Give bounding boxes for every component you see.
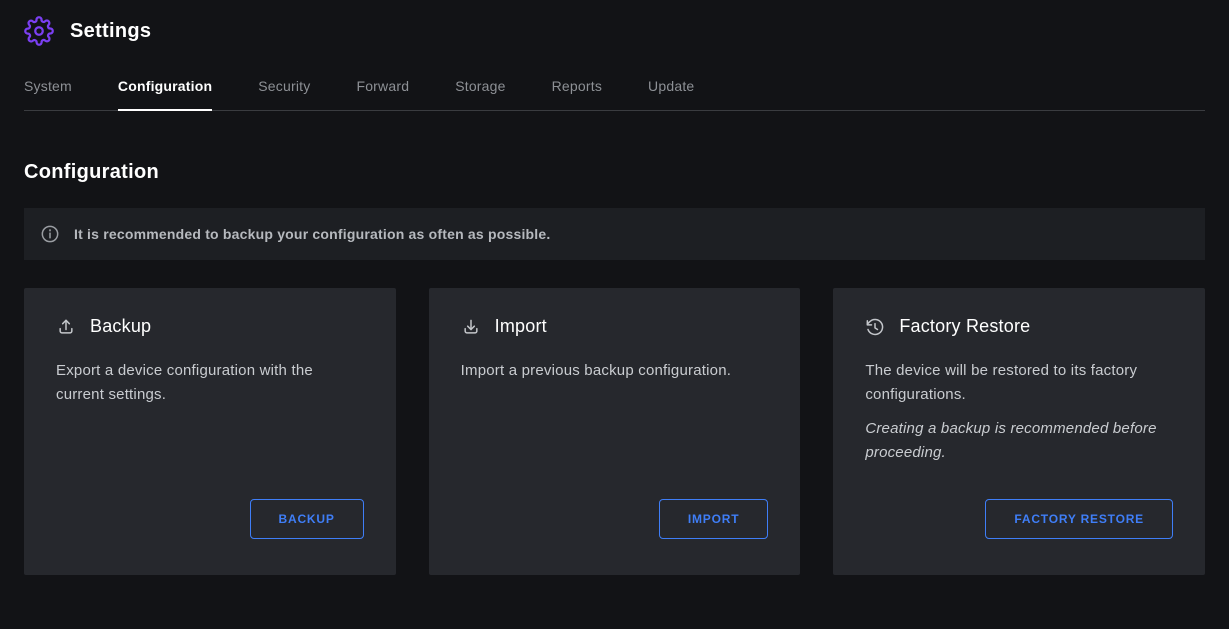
tab-security[interactable]: Security: [258, 70, 310, 110]
configuration-cards: Backup Export a device configuration wit…: [24, 288, 1205, 575]
backup-card-header: Backup: [56, 316, 364, 337]
backup-button[interactable]: BACKUP: [250, 499, 364, 539]
factory-restore-card-description: The device will be restored to its facto…: [865, 359, 1173, 407]
factory-restore-card-header: Factory Restore: [865, 316, 1173, 337]
page-header: Settings: [24, 0, 1205, 66]
tab-update[interactable]: Update: [648, 70, 694, 110]
backup-card-title: Backup: [90, 316, 151, 337]
factory-restore-button[interactable]: FACTORY RESTORE: [985, 499, 1173, 539]
import-card-header: Import: [461, 316, 769, 337]
app-title: Settings: [70, 20, 151, 43]
factory-restore-card: Factory Restore The device will be resto…: [833, 288, 1205, 575]
info-icon: [40, 224, 60, 244]
import-card: Import Import a previous backup configur…: [429, 288, 801, 575]
factory-restore-card-title: Factory Restore: [899, 316, 1030, 337]
tab-configuration[interactable]: Configuration: [118, 70, 212, 110]
factory-restore-card-note: Creating a backup is recommended before …: [865, 417, 1173, 465]
import-card-title: Import: [495, 316, 547, 337]
tab-system[interactable]: System: [24, 70, 72, 110]
backup-card: Backup Export a device configuration wit…: [24, 288, 396, 575]
import-button[interactable]: IMPORT: [659, 499, 768, 539]
backup-card-description: Export a device configuration with the c…: [56, 359, 364, 407]
banner-text: It is recommended to backup your configu…: [74, 226, 550, 242]
tab-reports[interactable]: Reports: [552, 70, 602, 110]
settings-page: Settings System Configuration Security F…: [0, 0, 1229, 629]
backup-icon: [56, 317, 76, 337]
tab-storage[interactable]: Storage: [455, 70, 505, 110]
import-card-description: Import a previous backup configuration.: [461, 359, 769, 383]
factory-restore-icon: [865, 317, 885, 337]
page-title: Configuration: [24, 161, 1205, 184]
info-banner: It is recommended to backup your configu…: [24, 208, 1205, 260]
settings-tab-bar: System Configuration Security Forward St…: [24, 70, 1205, 111]
settings-gear-icon: [24, 16, 54, 46]
import-icon: [461, 317, 481, 337]
tab-forward[interactable]: Forward: [356, 70, 409, 110]
